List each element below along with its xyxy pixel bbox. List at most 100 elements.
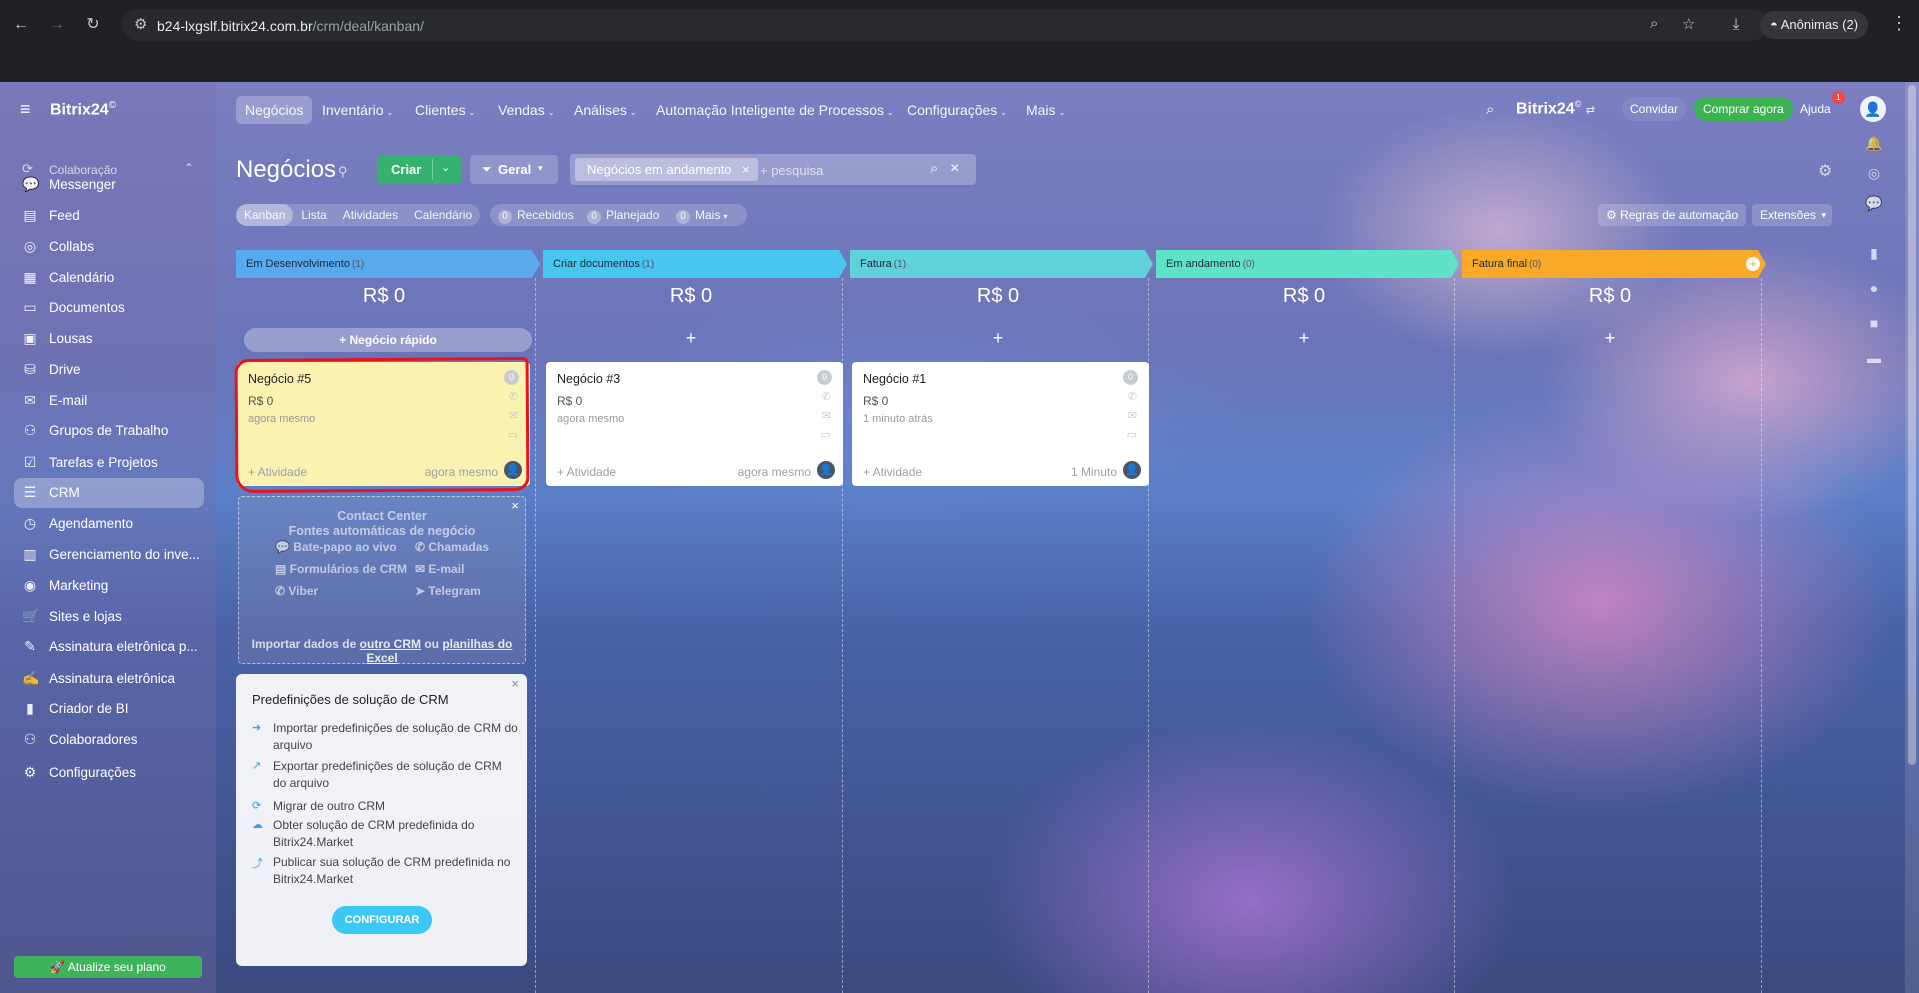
sidebar-item-grupos-de-trabalho[interactable]: ⚇ Grupos de Trabalho (14, 416, 204, 446)
topnav-automa-o-inteligente-de-processos[interactable]: Automação Inteligente de Processos ⌄ (647, 96, 903, 124)
email-icon[interactable]: ✉ (1128, 409, 1137, 422)
sidebar-item-calend-rio[interactable]: ▦ Calendário (14, 263, 204, 293)
add-activity-link[interactable]: + Atividade (863, 465, 922, 479)
counter-planejado[interactable]: 0 Planejado (587, 204, 659, 226)
pin-icon[interactable]: ⚲ (338, 164, 348, 180)
filter-search-bar[interactable]: Negócios em andamento × + pesquisa ⌕ × (570, 154, 976, 185)
sidebar-item-marketing[interactable]: ◉ Marketing (14, 571, 204, 601)
sidebar-item-lousas[interactable]: ▣ Lousas (14, 324, 204, 354)
remove-filter-icon[interactable]: × (742, 158, 750, 181)
zoom-icon[interactable]: ⌕ (1650, 15, 1658, 32)
filter-chip[interactable]: Negócios em andamento × (575, 158, 758, 181)
sidebar-item-messenger[interactable]: 💬 Messenger (14, 170, 204, 200)
sidebar-item-feed[interactable]: ▤ Feed (14, 201, 204, 231)
sidebar-item-agendamento[interactable]: ◷ Agendamento (14, 509, 204, 539)
sidebar-item-collabs[interactable]: ◎ Collabs (14, 232, 204, 262)
email-icon[interactable]: ✉ (822, 409, 831, 422)
responsible-avatar-icon[interactable]: 👤 (1123, 461, 1141, 479)
hamburger-icon[interactable]: ≡ (20, 99, 31, 120)
truck-icon[interactable]: ▬ (1863, 347, 1885, 369)
stage-header-fatura[interactable]: Fatura (1) (850, 250, 1153, 278)
topnav-clientes[interactable]: Clientes ⌄ (406, 96, 484, 124)
stage-header-em-desenvolvimento[interactable]: Em Desenvolvimento (1) (236, 250, 540, 278)
forward-icon[interactable]: → (46, 14, 68, 36)
deal-card[interactable]: Negócio #3 R$ 0 agora mesmo 0 ✆ ✉ ▭ + Atividade… (546, 362, 843, 486)
sidebar-item-criador-de-bi[interactable]: ▮ Criador de BI (14, 694, 204, 724)
sidebar-item-crm[interactable]: ☰ CRM (14, 478, 204, 508)
topnav-neg-cios[interactable]: Negócios (236, 96, 313, 124)
add-activity-link[interactable]: + Atividade (557, 465, 616, 479)
phone-icon[interactable]: ✆ (1128, 390, 1137, 403)
group-chat-icon[interactable]: ■ (1863, 312, 1885, 334)
responsible-avatar-icon[interactable]: 👤 (817, 461, 835, 479)
search-icon[interactable]: ⌕ (1486, 101, 1494, 118)
source-live-chat[interactable]: 💬 Bate-papo ao vivo (275, 540, 397, 554)
quick-add-icon[interactable]: + (1159, 328, 1449, 349)
sidebar-item-tarefas-e-projetos[interactable]: ☑ Tarefas e Projetos (14, 448, 204, 478)
sidebar-item-documentos[interactable]: ▭ Documentos (14, 293, 204, 323)
user-avatar-icon[interactable]: 👤 (1860, 96, 1886, 122)
topnav-an-lises[interactable]: Análises ⌄ (565, 96, 646, 124)
comment-icon[interactable]: ▭ (1127, 428, 1137, 441)
browser-menu-icon[interactable]: ⋮ (1890, 13, 1908, 34)
view-tab-atividades[interactable]: Atividades (335, 204, 406, 226)
view-tab-kanban[interactable]: Kanban (236, 204, 294, 226)
phone-icon[interactable]: ✆ (822, 390, 831, 403)
upgrade-plan-button[interactable]: 🚀 Atualize seu plano (14, 956, 202, 978)
stage-header-fatura-final[interactable]: Fatura final (0) + (1462, 250, 1766, 278)
pipeline-selector[interactable]: ⏷ Geral ▾ (470, 155, 558, 184)
chat-icon[interactable]: 💬 (1863, 192, 1885, 214)
download-icon[interactable]: ⤓ (1725, 14, 1747, 36)
source-crm-forms[interactable]: ▤ Formulários de CRM (275, 562, 407, 576)
stage-header-em-andamento[interactable]: Em andamento (0) (1156, 250, 1459, 278)
buy-now-button[interactable]: Comprar agora (1694, 97, 1793, 121)
quick-add-icon[interactable]: + (853, 328, 1143, 349)
counter-mais[interactable]: 0 Mais ▾ (676, 204, 727, 226)
quick-add-icon[interactable]: + (1465, 328, 1755, 349)
configure-button[interactable]: CONFIGURAR (332, 906, 432, 934)
topnav-configura-es[interactable]: Configurações ⌄ (898, 96, 1016, 124)
site-info-icon[interactable]: ⚙ (134, 15, 147, 33)
quick-deal-button[interactable]: + Negócio rápido (244, 328, 532, 352)
automation-rules-button[interactable]: ⚙ Regras de automação (1598, 204, 1747, 226)
search-input[interactable]: + pesquisa (760, 163, 823, 178)
invite-button[interactable]: Convidar (1622, 97, 1687, 121)
extensions-button[interactable]: Extensões ▾ (1752, 204, 1832, 226)
settings-gear-icon[interactable]: ⚙ (1818, 161, 1832, 181)
scrollbar[interactable] (1905, 82, 1919, 993)
topnav-mais[interactable]: Mais ⌄ (1017, 96, 1074, 124)
contact-avatar-icon[interactable]: ● (1863, 277, 1885, 299)
source-viber[interactable]: ✆ Viber (275, 584, 318, 598)
add-stage-icon[interactable]: + (1746, 257, 1760, 271)
search-icon[interactable]: ⌕ (930, 160, 938, 177)
stage-header-criar-documentos[interactable]: Criar documentos (1) (543, 250, 847, 278)
sidebar-item-drive[interactable]: ⛁ Drive (14, 355, 204, 385)
view-tab-calendário[interactable]: Calendário (406, 204, 480, 226)
notifications-bell-icon[interactable]: 🔔 (1863, 132, 1885, 154)
deal-title[interactable]: Negócio #1 (863, 372, 926, 386)
source-telegram[interactable]: ➤ Telegram (415, 584, 481, 598)
counter-recebidos[interactable]: 0 Recebidos (498, 204, 574, 226)
sidebar-item-gerenciamento-do-inve-[interactable]: ▥ Gerenciamento do inve... (14, 540, 204, 570)
chevron-down-icon[interactable]: ⌄ (441, 161, 450, 174)
create-button[interactable]: Criar ⌄ (377, 155, 461, 184)
close-icon[interactable]: × (511, 676, 519, 691)
quick-add-icon[interactable]: + (546, 328, 836, 349)
reload-icon[interactable]: ↻ (82, 14, 104, 36)
deal-card[interactable]: Negócio #1 R$ 0 1 minuto atrás 0 ✆ ✉ ▭ + Ativid… (852, 362, 1149, 486)
topnav-vendas[interactable]: Vendas ⌄ (489, 96, 563, 124)
address-bar[interactable]: ⚙ b24-lxgslf.bitrix24.com.br/crm/deal/ka… (122, 9, 1768, 41)
bookmark-star-icon[interactable]: ☆ (1682, 15, 1695, 33)
view-tab-lista[interactable]: Lista (293, 204, 334, 226)
sidebar-item-assinatura-eletr-nica-p-[interactable]: ✎ Assinatura eletrônica p... (14, 632, 204, 662)
copilot-icon[interactable]: ◎ (1863, 162, 1885, 184)
help-button[interactable]: Ajuda (1800, 97, 1831, 121)
source-email[interactable]: ✉ E-mail (415, 562, 464, 576)
incognito-badge[interactable]: ◓ Anônimas (2) (1760, 11, 1869, 39)
sidebar-item-assinatura-eletr-nica[interactable]: ✍ Assinatura eletrônica (14, 664, 204, 694)
scrollbar-thumb[interactable] (1908, 85, 1916, 765)
topnav-invent-rio[interactable]: Inventário ⌄ (313, 96, 402, 124)
bookmark-icon[interactable]: ▮ (1863, 242, 1885, 264)
logo[interactable]: Bitrix24© (50, 100, 116, 119)
bitrix24-brand[interactable]: Bitrix24© ⇄ (1516, 99, 1595, 118)
